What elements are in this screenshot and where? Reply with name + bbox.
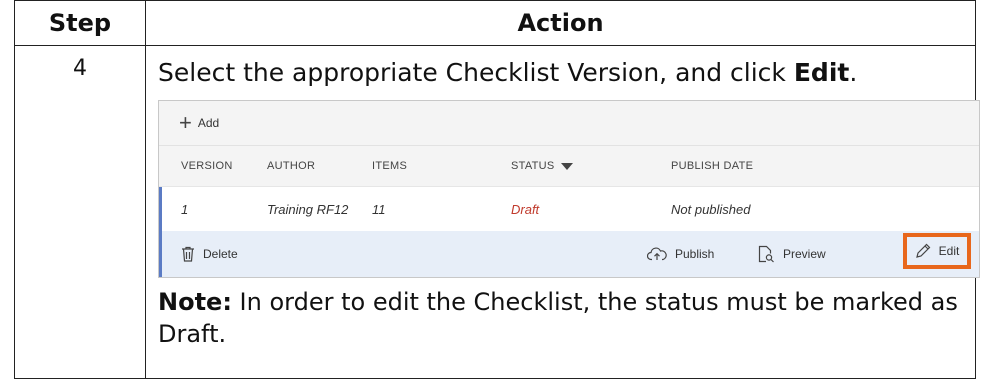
column-header-publish-date[interactable]: PUBLISH DATE xyxy=(671,160,753,172)
column-header-version[interactable]: VERSION xyxy=(181,160,233,172)
add-label: Add xyxy=(197,116,220,130)
sort-down-icon xyxy=(560,162,573,170)
instruction-text: Select the appropriate Checklist Version… xyxy=(158,56,965,90)
note-label: Note: xyxy=(158,288,232,316)
delete-button[interactable]: Delete xyxy=(181,246,238,262)
table-row-version-1[interactable]: 1 Training RF12 11 Draft Not published xyxy=(159,187,979,231)
instruction-bold: Edit xyxy=(793,58,850,87)
preview-button[interactable]: Preview xyxy=(757,245,826,263)
action-header: Action xyxy=(145,0,976,46)
note-body: In order to edit the Checklist, the stat… xyxy=(158,288,958,348)
cell-publish-date: Not published xyxy=(671,201,751,217)
cell-status: Draft xyxy=(511,201,540,217)
pencil-icon xyxy=(915,243,931,258)
delete-label: Delete xyxy=(203,247,238,261)
instruction-suffix: . xyxy=(849,58,858,87)
note-text: Note: In order to edit the Checklist, th… xyxy=(158,286,965,350)
publish-label: Publish xyxy=(675,247,715,261)
cell-items: 11 xyxy=(372,201,386,217)
procedure-table: Step Action 4 Select the appropriate Che… xyxy=(14,0,980,379)
column-header-items[interactable]: ITEMS xyxy=(372,160,407,172)
column-header-status[interactable]: STATUS xyxy=(511,160,573,172)
document-search-icon xyxy=(758,245,774,263)
column-header-author[interactable]: AUTHOR xyxy=(267,160,315,172)
publish-button[interactable]: Publish xyxy=(647,247,714,261)
action-cell: Select the appropriate Checklist Version… xyxy=(145,45,980,379)
column-header-row: VERSION AUTHOR ITEMS STATUS PUBLISH DATE xyxy=(159,146,979,187)
plus-icon: + xyxy=(179,110,192,135)
step-number: 4 xyxy=(14,45,146,379)
instruction-prefix: Select the appropriate Checklist Version… xyxy=(158,58,794,87)
table-header-row: Step Action xyxy=(14,0,976,46)
edit-button[interactable]: Edit xyxy=(903,233,971,269)
table-row: 4 Select the appropriate Checklist Versi… xyxy=(14,45,980,379)
cell-author: Training RF12 xyxy=(267,201,349,217)
preview-label: Preview xyxy=(783,247,826,261)
status-header-label: STATUS xyxy=(511,160,555,172)
add-button[interactable]: + Add xyxy=(179,112,219,134)
cell-version: 1 xyxy=(181,201,189,217)
edit-label: Edit xyxy=(938,244,960,258)
cloud-upload-icon xyxy=(647,247,667,261)
row-action-bar: Delete Publish Preview Edit xyxy=(159,231,979,277)
embedded-screenshot: + Add VERSION AUTHOR ITEMS STATUS PUBLIS… xyxy=(158,100,980,278)
toolbar: + Add xyxy=(159,101,979,146)
step-header: Step xyxy=(14,0,146,46)
trash-icon xyxy=(182,246,194,262)
